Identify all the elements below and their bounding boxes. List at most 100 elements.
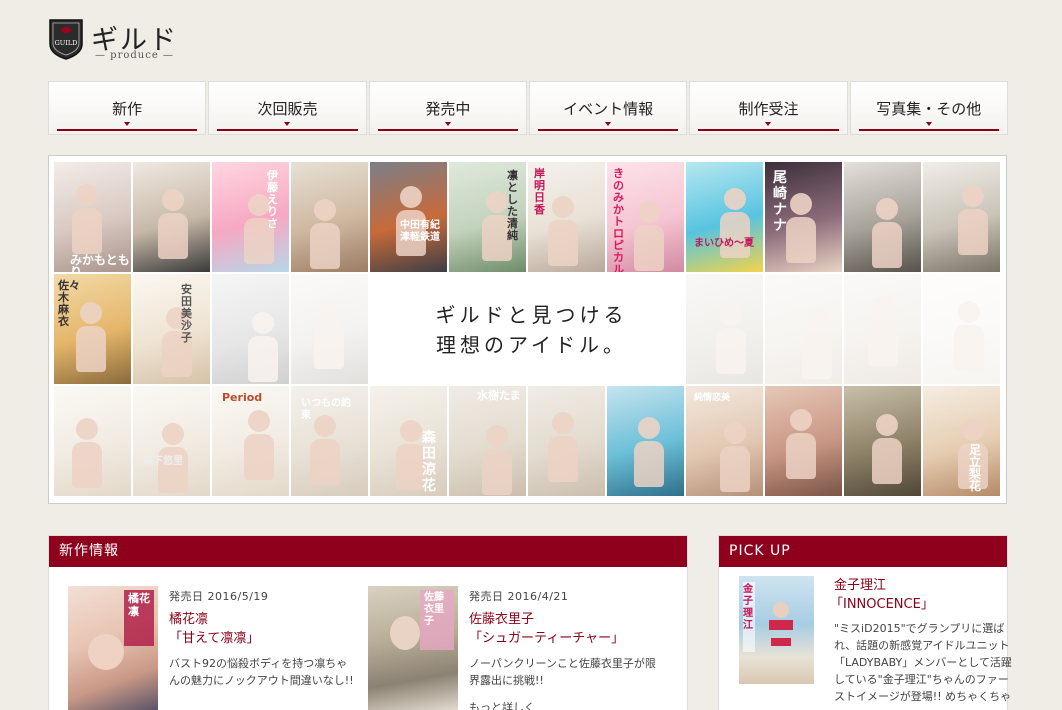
caret-down-icon [284, 122, 291, 126]
cover-title: 佐々木麻衣 [58, 279, 80, 328]
cover-figure [162, 423, 184, 445]
dvd-cover-tile[interactable]: 佐々木麻衣 [54, 274, 131, 384]
dvd-cover-tile[interactable] [844, 162, 921, 272]
dvd-cover-tile[interactable]: 安田 美沙子 [133, 274, 210, 384]
cover-figure [958, 301, 980, 323]
nav-item-on-sale[interactable]: 発売中 [368, 81, 527, 135]
cover-figure-body [720, 212, 750, 258]
cover-figure-body [634, 225, 664, 271]
release-title[interactable]: 「シュガーティーチャー」 [469, 629, 624, 648]
release-title[interactable]: 「甘えて凛凛」 [169, 629, 259, 648]
nav-underline [217, 129, 358, 131]
dvd-cover-tile[interactable]: 中田有紀 津軽鉄道 [370, 162, 447, 272]
dvd-cover-tile[interactable]: 水樹たま [449, 386, 526, 496]
release-description: バスト92の悩殺ボディを持つ凛ちゃんの魅力にノックアウト間違いなし!! [169, 657, 354, 687]
dvd-cover-tile[interactable]: 森田涼花 [370, 386, 447, 496]
pickup-panel: PICK UP 金子理江 金子理江 「INNOCENCE」 "ミスiD2015"… [718, 535, 1012, 710]
dvd-cover-tile[interactable] [291, 162, 368, 272]
cover-figure-body [716, 328, 746, 374]
pickup-title[interactable]: 「INNOCENCE」 [830, 595, 934, 614]
dvd-cover-tile[interactable] [212, 274, 289, 384]
dvd-cover-tile[interactable]: 伊藤えりさ [212, 162, 289, 272]
new-release-heading: 新作情報 [49, 536, 687, 567]
cover-figure-body [872, 222, 902, 268]
caret-down-icon [765, 122, 772, 126]
hero-tagline-line1: ギルドと見つける [435, 303, 628, 327]
cover-title: 純情恋美 [694, 393, 731, 403]
dvd-cover-tile[interactable]: きのみかトロピカル [607, 162, 684, 272]
dvd-cover-thumbnail[interactable]: 金子理江 [739, 576, 814, 684]
more-details-link[interactable]: もっと詳しく [469, 699, 535, 710]
cover-figure [76, 184, 98, 206]
cover-figure [790, 193, 812, 215]
dvd-cover-tile[interactable] [291, 274, 368, 384]
cover-figure [720, 304, 742, 326]
nav-underline [698, 129, 839, 131]
cover-title: まいひめ〜夏 [694, 238, 754, 249]
cover-figure-body [72, 208, 102, 254]
brand-logo[interactable]: GUILD ギルド — produce — [48, 16, 248, 66]
guild-emblem-icon: GUILD [49, 19, 83, 60]
dvd-cover-tile[interactable]: 凛とした清純 [449, 162, 526, 272]
dvd-cover-tile[interactable] [923, 274, 1000, 384]
dvd-cover-tile[interactable] [765, 274, 842, 384]
dvd-cover-tile[interactable]: 足立梨花 [923, 386, 1000, 496]
hero-cover-grid: ギルドと見つける 理想のアイドル。 みかもともり 伊藤えりさ 中田有紀 津軽鉄道 凛と… [48, 155, 1007, 504]
dvd-cover-tile[interactable]: まいひめ〜夏 [686, 162, 763, 272]
dvd-cover-tile[interactable] [133, 162, 210, 272]
dvd-cover-tile[interactable] [844, 386, 921, 496]
nav-item-photobooks[interactable]: 写真集・その他 [849, 81, 1008, 135]
release-idol-name[interactable]: 佐藤衣里子 [469, 610, 534, 629]
nav-underline [377, 129, 518, 131]
cover-figure-body [868, 320, 898, 366]
dvd-cover-thumbnail[interactable]: 橘花凛 [68, 586, 158, 710]
dvd-cover-tile[interactable] [607, 386, 684, 496]
nav-item-production[interactable]: 制作受注 [689, 81, 848, 135]
cover-figure [552, 412, 574, 434]
cover-title: 森下悠里 [143, 456, 183, 467]
dvd-cover-tile[interactable] [54, 386, 131, 496]
cover-figure [638, 201, 660, 223]
cover-figure [486, 191, 508, 213]
nav-item-events[interactable]: イベント情報 [528, 81, 688, 135]
pickup-idol-name[interactable]: 金子理江 [834, 576, 886, 595]
thumbnail-caption: 金子理江 [743, 584, 753, 631]
brand-tagline: — produce — [95, 50, 174, 61]
dvd-cover-tile[interactable] [844, 274, 921, 384]
cover-figure [806, 309, 828, 331]
cover-figure-body [76, 326, 106, 372]
dvd-cover-tile[interactable] [686, 274, 763, 384]
cover-title: 岸明日香 [534, 167, 545, 216]
caret-down-icon [444, 122, 451, 126]
dvd-cover-tile[interactable] [528, 386, 605, 496]
cover-figure [962, 419, 984, 441]
cover-title: 安田 美沙子 [181, 283, 192, 344]
cover-figure-body [482, 449, 512, 495]
cover-title: 凛とした清純 [507, 169, 518, 242]
dvd-cover-tile[interactable] [765, 386, 842, 496]
cover-figure [872, 296, 894, 318]
cover-figure [162, 189, 184, 211]
dvd-cover-thumbnail[interactable]: 佐藤衣里子 [368, 586, 458, 710]
dvd-cover-tile[interactable]: 純情恋美 [686, 386, 763, 496]
dvd-cover-tile[interactable]: 岸明日香 [528, 162, 605, 272]
dvd-cover-tile[interactable]: 尾崎 ナナ [765, 162, 842, 272]
nav-item-label: イベント情報 [563, 100, 654, 118]
cover-figure [252, 312, 274, 334]
cover-figure-body [720, 446, 750, 492]
main-nav: 新作 次回販売 発売中 イベント情報 制作受注 写真集・その他 [48, 81, 1008, 135]
cover-figure-body [310, 223, 340, 269]
cover-figure-body [244, 434, 274, 480]
dvd-cover-tile[interactable]: 森下悠里 [133, 386, 210, 496]
release-idol-name[interactable]: 橘花凛 [169, 610, 208, 629]
nav-underline [858, 129, 999, 131]
nav-item-new[interactable]: 新作 [48, 81, 207, 135]
dvd-cover-tile[interactable]: みかもともり [54, 162, 131, 272]
dvd-cover-tile[interactable] [923, 162, 1000, 272]
nav-item-next-release[interactable]: 次回販売 [208, 81, 367, 135]
cover-figure-body [634, 441, 664, 487]
dvd-cover-tile[interactable]: いつもの約束 [291, 386, 368, 496]
new-release-item: 橘花凛 発売日 2016/5/19 橘花凛 「甘えて凛凛」 バスト92の悩殺ボデ… [68, 586, 358, 710]
cover-title: 尾崎 ナナ [773, 170, 787, 234]
dvd-cover-tile[interactable]: Period [212, 386, 289, 496]
